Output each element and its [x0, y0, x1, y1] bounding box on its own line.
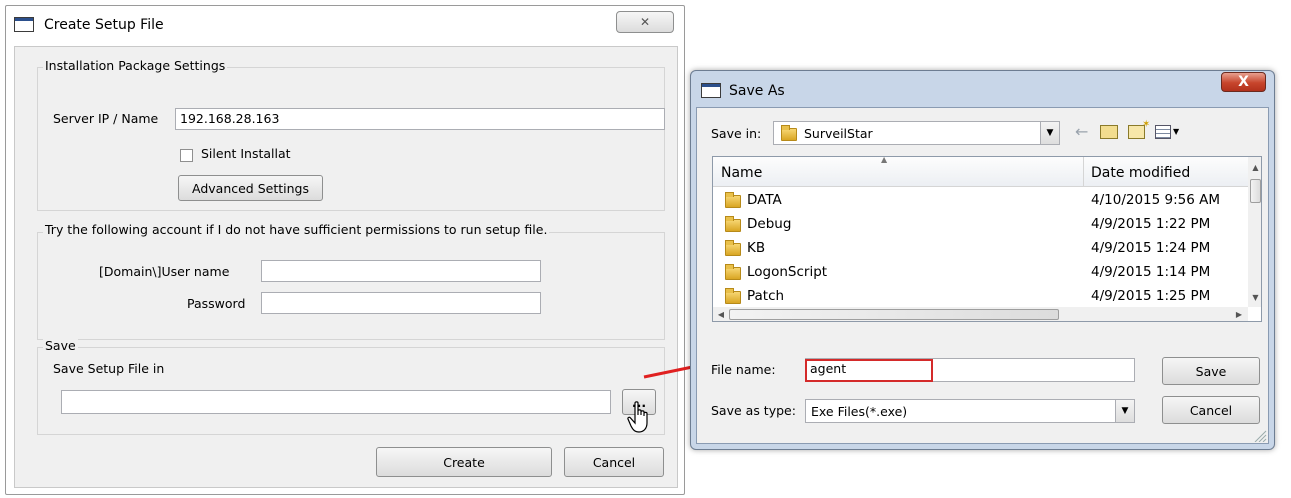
- file-date: 4/10/2015 9:56 AM: [1091, 192, 1221, 208]
- up-folder-icon[interactable]: [1100, 125, 1118, 139]
- sort-up-icon: ▲: [881, 156, 888, 164]
- folder-icon: [781, 125, 797, 141]
- install-settings-legend: Installation Package Settings: [43, 58, 228, 73]
- column-name[interactable]: Name: [721, 165, 762, 181]
- save-in-combo[interactable]: SurveilStar ▼: [773, 121, 1060, 145]
- vertical-scrollbar[interactable]: ▲ ▼: [1248, 157, 1261, 307]
- column-divider: [1083, 157, 1084, 187]
- save-in-value: SurveilStar: [804, 126, 873, 141]
- file-date: 4/9/2015 1:22 PM: [1091, 216, 1211, 232]
- save-in-label: Save in:: [711, 126, 762, 141]
- save-as-type-label: Save as type:: [711, 403, 796, 418]
- chevron-down-icon[interactable]: ▼: [1173, 127, 1179, 136]
- file-rows: DATA 4/10/2015 9:56 AM Debug 4/9/2015 1:…: [713, 189, 1248, 305]
- save-as-dialog: Save As X Save in: SurveilStar ▼ ← ✶ ▼ N…: [690, 70, 1275, 450]
- scroll-thumb[interactable]: [1250, 179, 1261, 203]
- silent-install-checkbox[interactable]: [180, 149, 193, 162]
- file-name: KB: [747, 240, 766, 256]
- cancel-button[interactable]: Cancel: [564, 447, 664, 477]
- file-name-label: File name:: [711, 362, 776, 377]
- column-date-modified[interactable]: Date modified: [1091, 165, 1190, 181]
- password-input[interactable]: [261, 292, 541, 314]
- file-date: 4/9/2015 1:14 PM: [1091, 264, 1211, 280]
- window-icon: [701, 83, 721, 98]
- create-setup-file-dialog: Create Setup File ✕ Installation Package…: [5, 5, 685, 495]
- folder-icon: [725, 216, 741, 232]
- file-name: Debug: [747, 216, 792, 232]
- folder-icon: [725, 288, 741, 304]
- highlight-box: [805, 359, 933, 382]
- window-icon: [14, 17, 34, 32]
- username-label: [Domain\]User name: [99, 264, 230, 279]
- sparkle-icon: ✶: [1142, 119, 1151, 130]
- dialog-client-area: Installation Package Settings Server IP …: [14, 46, 678, 488]
- scroll-up-icon[interactable]: ▲: [1248, 161, 1261, 173]
- view-menu-icon[interactable]: [1155, 125, 1171, 139]
- install-settings-group: [37, 67, 665, 211]
- scroll-thumb-horizontal[interactable]: [729, 309, 1059, 320]
- save-legend: Save: [43, 338, 78, 353]
- file-date: 4/9/2015 1:24 PM: [1091, 240, 1211, 256]
- scroll-right-icon[interactable]: ▶: [1233, 309, 1245, 320]
- file-date: 4/9/2015 1:25 PM: [1091, 288, 1211, 304]
- close-icon: ✕: [639, 15, 651, 29]
- dialog-title: Create Setup File: [44, 17, 164, 33]
- create-button[interactable]: Create: [376, 447, 552, 477]
- hand-cursor-icon: [627, 401, 648, 433]
- chevron-down-icon[interactable]: ▼: [1115, 400, 1134, 422]
- list-item[interactable]: LogonScript 4/9/2015 1:14 PM: [713, 261, 1248, 285]
- save-as-type-combo[interactable]: Exe Files(*.exe) ▼: [805, 399, 1135, 423]
- account-group: [37, 232, 665, 340]
- save-in-label: Save Setup File in: [53, 361, 165, 376]
- list-header: Name ▲ Date modified: [713, 157, 1248, 187]
- account-legend: Try the following account if I do not ha…: [43, 222, 550, 237]
- advanced-settings-button[interactable]: Advanced Settings: [178, 175, 323, 201]
- save-path-input[interactable]: [61, 390, 611, 414]
- server-input[interactable]: 192.168.28.163: [175, 108, 665, 130]
- list-item[interactable]: Debug 4/9/2015 1:22 PM: [713, 213, 1248, 237]
- folder-icon: [725, 192, 741, 208]
- scroll-left-icon[interactable]: ◀: [715, 309, 727, 320]
- back-arrow-icon[interactable]: ←: [1075, 122, 1088, 141]
- password-label: Password: [187, 296, 246, 311]
- resize-grip-icon[interactable]: [1253, 430, 1267, 442]
- file-list[interactable]: Name ▲ Date modified DATA 4/10/2015 9:56…: [712, 156, 1262, 322]
- scroll-down-icon[interactable]: ▼: [1248, 291, 1261, 303]
- close-icon: X: [1238, 74, 1249, 90]
- folder-icon: [725, 264, 741, 280]
- file-name: Patch: [747, 288, 785, 304]
- save-as-type-value: Exe Files(*.exe): [811, 404, 908, 419]
- folder-icon: [725, 240, 741, 256]
- file-name: DATA: [747, 192, 782, 208]
- save-button[interactable]: Save: [1162, 357, 1260, 385]
- save-as-client-area: Save in: SurveilStar ▼ ← ✶ ▼ Name ▲ Date…: [696, 107, 1269, 444]
- list-item[interactable]: Patch 4/9/2015 1:25 PM: [713, 285, 1248, 309]
- cancel-button[interactable]: Cancel: [1162, 396, 1260, 424]
- save-as-title: Save As: [729, 83, 785, 99]
- horizontal-scrollbar[interactable]: ◀ ▶: [713, 307, 1248, 321]
- chevron-down-icon[interactable]: ▼: [1040, 122, 1059, 144]
- server-label: Server IP / Name: [53, 111, 159, 126]
- file-name: LogonScript: [747, 264, 828, 280]
- list-item[interactable]: DATA 4/10/2015 9:56 AM: [713, 189, 1248, 213]
- close-button[interactable]: ✕: [616, 11, 674, 33]
- save-as-close-button[interactable]: X: [1221, 72, 1266, 92]
- list-item[interactable]: KB 4/9/2015 1:24 PM: [713, 237, 1248, 261]
- silent-install-label: Silent Installat: [201, 146, 291, 161]
- username-input[interactable]: [261, 260, 541, 282]
